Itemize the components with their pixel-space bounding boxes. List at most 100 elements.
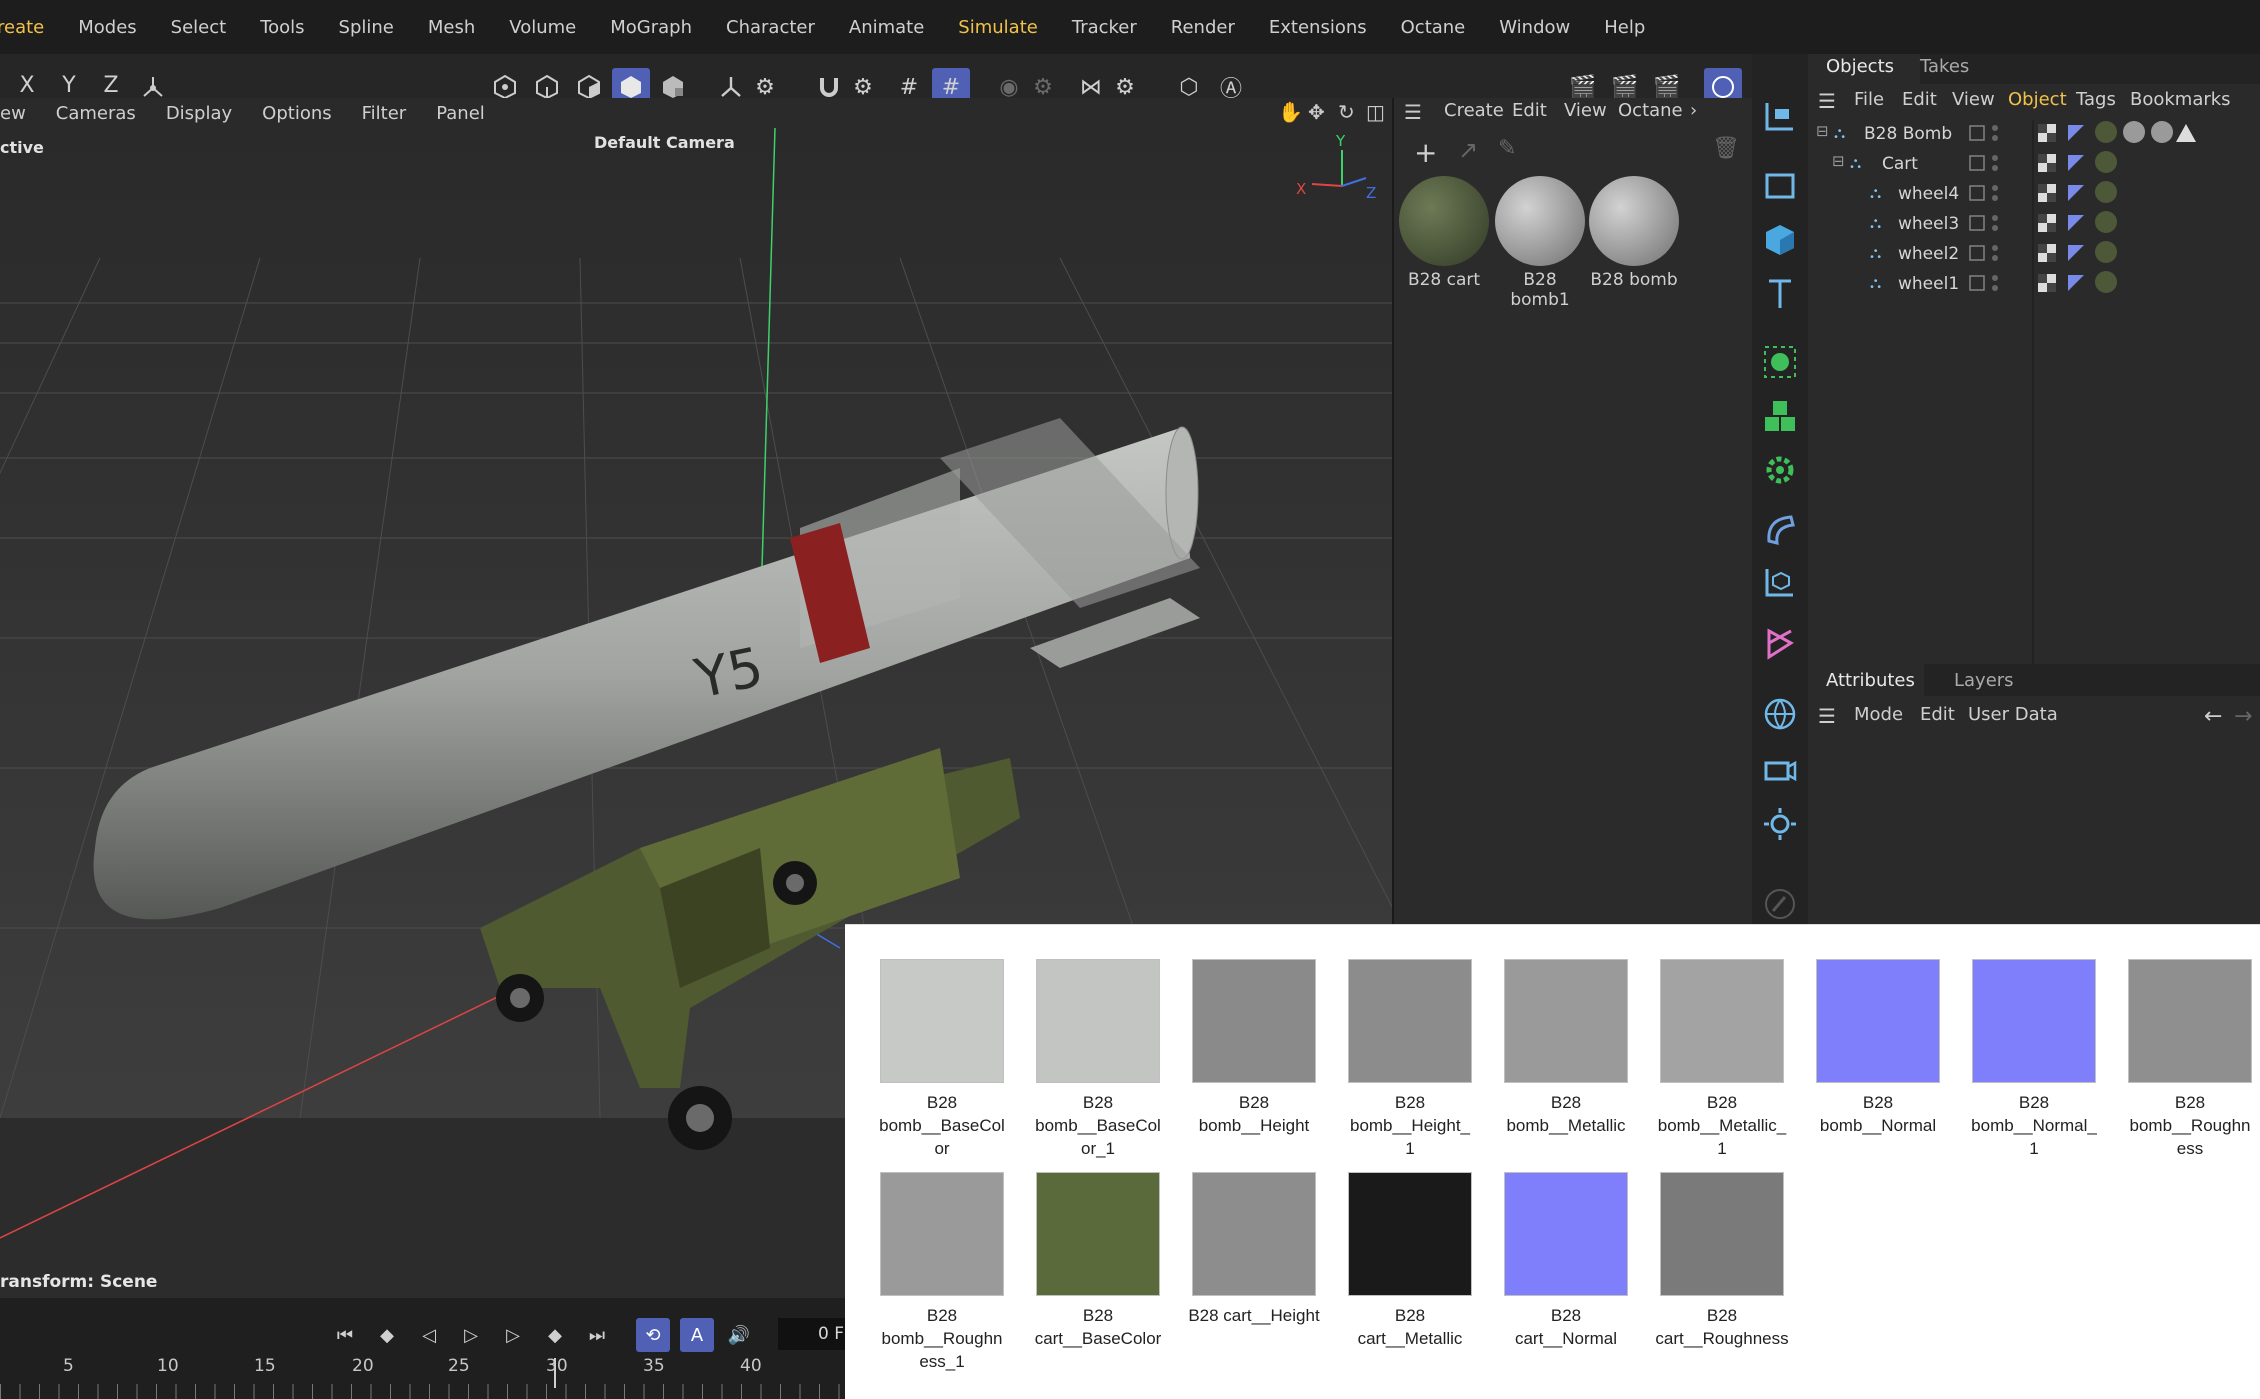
texture-file-thumbnail[interactable]	[1348, 1172, 1472, 1296]
trash-icon[interactable]: 🗑	[1712, 136, 1740, 161]
menu-spline[interactable]: Spline	[339, 17, 411, 38]
material-swatch[interactable]: B28 cart	[1398, 176, 1490, 290]
null-object-icon[interactable]	[1760, 562, 1800, 602]
tab-objects[interactable]: Objects	[1826, 56, 1894, 77]
menu-modes[interactable]: Modes	[78, 17, 153, 38]
texture-file-thumbnail[interactable]	[1660, 959, 1784, 1083]
menu-render[interactable]: Render	[1171, 17, 1252, 38]
viewport-menu-filter[interactable]: Filter	[362, 103, 407, 124]
texture-file-label[interactable]: B28 bomb__Height_ 1	[1332, 1091, 1488, 1160]
daylight-icon[interactable]	[1760, 804, 1800, 844]
texture-file-thumbnail[interactable]	[1192, 1172, 1316, 1296]
menu-reate[interactable]: reate	[0, 17, 61, 38]
rotate-camera-icon[interactable]: ↻	[1338, 100, 1355, 124]
collapse-toggle-icon[interactable]: ⊟	[1816, 122, 1829, 140]
texture-file-label[interactable]: B28 bomb__Roughn ess	[2112, 1091, 2260, 1160]
environment-globe-icon[interactable]	[1760, 694, 1800, 734]
object-name[interactable]: wheel4	[1898, 184, 1959, 204]
texture-file-label[interactable]: B28 bomb__Metallic	[1488, 1091, 1644, 1137]
texture-file-label[interactable]: B28 bomb__Metallic_ 1	[1644, 1091, 1800, 1160]
texture-file-label[interactable]: B28 cart__Height	[1176, 1304, 1332, 1327]
effector-gear-icon[interactable]	[1760, 450, 1800, 490]
hamburger-menu-icon[interactable]: ☰	[1404, 100, 1422, 124]
texture-file-label[interactable]: B28 cart__Normal	[1488, 1304, 1644, 1350]
tab-attributes[interactable]: Attributes	[1826, 670, 1915, 691]
object-name[interactable]: B28 Bomb	[1864, 124, 1952, 144]
loop-icon[interactable]: ⟲	[636, 1318, 670, 1352]
edit-material-icon[interactable]: ✎	[1498, 136, 1516, 161]
apply-material-icon[interactable]: ↗	[1458, 136, 1478, 164]
collapse-toggle-icon[interactable]: ⊟	[1832, 152, 1845, 170]
attributes-menu-edit[interactable]: Edit	[1920, 704, 1955, 725]
menu-tracker[interactable]: Tracker	[1072, 17, 1154, 38]
texture-file-thumbnail[interactable]	[1504, 959, 1628, 1083]
forward-arrow-icon[interactable]: →	[2234, 704, 2252, 729]
previous-key-icon[interactable]: ◆	[370, 1318, 404, 1352]
menu-character[interactable]: Character	[726, 17, 832, 38]
camera-icon[interactable]	[1760, 96, 1800, 136]
go-to-end-icon[interactable]: ⏭	[580, 1318, 614, 1352]
object-name[interactable]: wheel2	[1898, 244, 1959, 264]
attributes-menu-user-data[interactable]: User Data	[1968, 704, 2058, 725]
chevron-right-icon[interactable]: ›	[1690, 100, 1697, 121]
current-frame-field[interactable]: 0 F	[778, 1318, 848, 1350]
tab-layers[interactable]: Layers	[1954, 670, 2014, 691]
cloner-icon[interactable]	[1760, 342, 1800, 382]
texture-file-thumbnail[interactable]	[1348, 959, 1472, 1083]
material-menu-edit[interactable]: Edit	[1512, 100, 1547, 121]
texture-file-thumbnail[interactable]	[1660, 1172, 1784, 1296]
cube-icon[interactable]	[1760, 220, 1800, 260]
next-key-icon[interactable]: ◆	[538, 1318, 572, 1352]
menu-extensions[interactable]: Extensions	[1269, 17, 1384, 38]
next-frame-icon[interactable]: ▷	[496, 1318, 530, 1352]
menu-tools[interactable]: Tools	[260, 17, 321, 38]
play-icon[interactable]: ▷	[454, 1318, 488, 1352]
viewport-camera-label[interactable]: Default Camera	[594, 133, 735, 152]
previous-frame-icon[interactable]: ◁	[412, 1318, 446, 1352]
menu-mograph[interactable]: MoGraph	[610, 17, 709, 38]
texture-file-thumbnail[interactable]	[1036, 959, 1160, 1083]
hamburger-menu-icon[interactable]: ☰	[1818, 89, 1836, 113]
hamburger-menu-icon[interactable]: ☰	[1818, 704, 1836, 728]
tag-icons-grid[interactable]	[1962, 122, 2102, 302]
objects-menu-bookmarks[interactable]: Bookmarks	[2130, 89, 2231, 110]
objects-menu-tags[interactable]: Tags	[2076, 89, 2116, 110]
move-camera-icon[interactable]: ✥	[1308, 100, 1325, 124]
texture-file-thumbnail[interactable]	[880, 959, 1004, 1083]
menu-animate[interactable]: Animate	[849, 17, 941, 38]
viewport-menu-view[interactable]: ew	[0, 103, 26, 124]
texture-file-label[interactable]: B28 cart__BaseColor	[1020, 1304, 1176, 1350]
edit-pencil-icon[interactable]	[1760, 884, 1800, 924]
texture-file-label[interactable]: B28 bomb__BaseCol or_1	[1020, 1091, 1176, 1160]
maximize-view-icon[interactable]: ◫	[1366, 100, 1385, 124]
attributes-menu-mode[interactable]: Mode	[1854, 704, 1903, 725]
menu-volume[interactable]: Volume	[509, 17, 593, 38]
object-name[interactable]: wheel1	[1898, 274, 1959, 294]
texture-file-label[interactable]: B28 bomb__Normal	[1800, 1091, 1956, 1137]
menu-mesh[interactable]: Mesh	[428, 17, 492, 38]
octane-camera-icon[interactable]	[1760, 750, 1800, 790]
texture-file-thumbnail[interactable]	[1972, 959, 2096, 1083]
viewport-menu-panel[interactable]: Panel	[436, 103, 485, 124]
menu-select[interactable]: Select	[171, 17, 244, 38]
menu-octane[interactable]: Octane	[1401, 17, 1483, 38]
object-name[interactable]: Cart	[1882, 154, 1918, 174]
material-swatch[interactable]: B28 bomb1	[1494, 176, 1586, 310]
material-menu-create[interactable]: Create	[1444, 100, 1504, 121]
timeline-ruler-ticks[interactable]	[0, 1384, 845, 1399]
texture-file-thumbnail[interactable]	[1504, 1172, 1628, 1296]
material-tags[interactable]	[2094, 120, 2254, 300]
deformer-icon[interactable]	[1760, 510, 1800, 550]
viewport-menu-options[interactable]: Options	[262, 103, 331, 124]
texture-file-label[interactable]: B28 bomb__Roughn ess_1	[864, 1304, 1020, 1373]
material-menu-octane[interactable]: Octane	[1618, 100, 1683, 121]
texture-file-label[interactable]: B28 bomb__BaseCol or	[864, 1091, 1020, 1160]
material-menu-view[interactable]: View	[1564, 100, 1607, 121]
tab-takes[interactable]: Takes	[1920, 56, 1969, 77]
menu-simulate[interactable]: Simulate	[958, 17, 1055, 38]
menu-window[interactable]: Window	[1499, 17, 1587, 38]
texture-file-label[interactable]: B28 bomb__Normal_ 1	[1956, 1091, 2112, 1160]
object-name[interactable]: wheel3	[1898, 214, 1959, 234]
texture-file-thumbnail[interactable]	[1036, 1172, 1160, 1296]
viewport-menu-cameras[interactable]: Cameras	[56, 103, 136, 124]
